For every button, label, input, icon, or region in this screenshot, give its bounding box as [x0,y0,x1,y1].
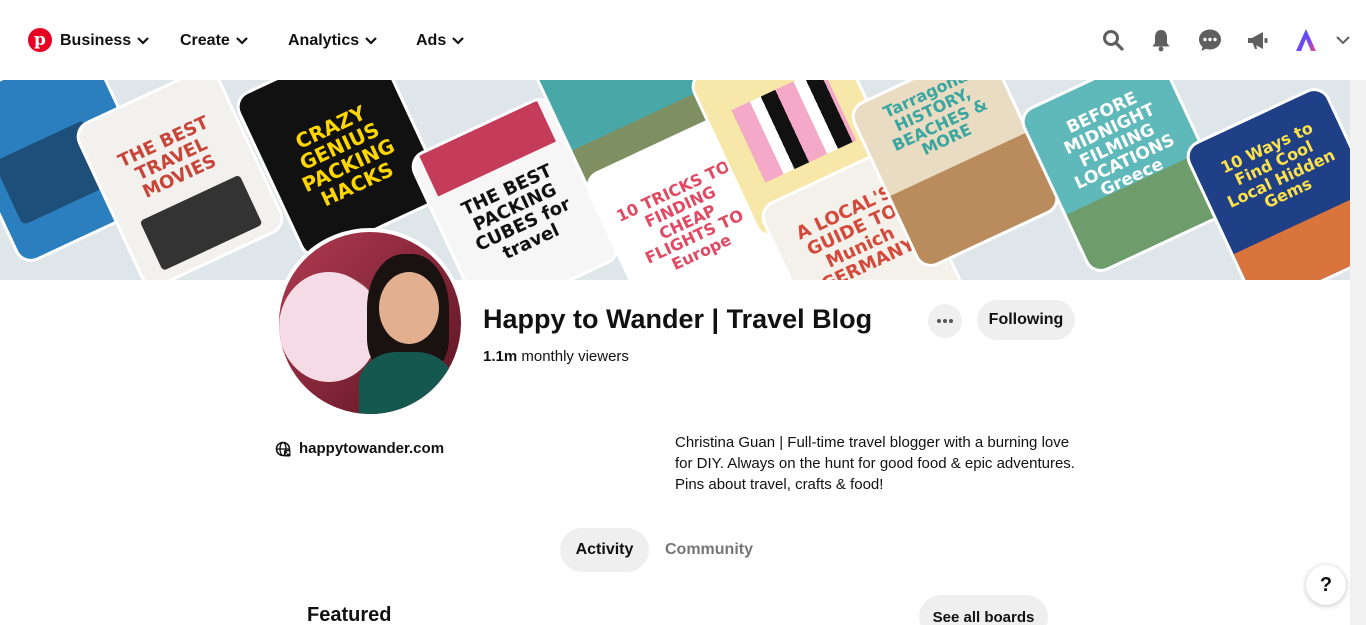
profile-cover-collage: THE BEST TRAVEL MOVIES CRAZY GENIUS PACK… [0,80,1350,280]
more-options-button[interactable] [928,304,962,338]
viewers-label: monthly viewers [521,348,629,365]
nav-ads[interactable]: Ads [416,30,465,52]
featured-heading: Featured [307,604,392,625]
following-button[interactable]: Following [977,300,1075,340]
profile-bio: Christina Guan | Full-time travel blogge… [675,434,1075,493]
nav-analytics-label: Analytics [288,32,360,49]
globe-icon [275,441,291,456]
tab-community[interactable]: Community [656,528,762,572]
cover-pin-text: CRAZY GENIUS PACKING HACKS [291,100,399,212]
website-link[interactable]: happytowander.com [275,440,444,457]
website-url: happytowander.com [299,440,445,457]
pinterest-logo-icon[interactable]: p [28,28,52,52]
nav-analytics[interactable]: Analytics [288,30,377,52]
chevron-down-icon [365,37,377,45]
chevron-down-icon [236,37,248,45]
top-navigation: p Business Create Analytics Ads [0,0,1366,80]
monthly-viewers: 1.1m monthly viewers [483,348,629,365]
accounts-chevron-down-icon[interactable] [1336,28,1350,52]
help-button[interactable]: ? [1306,565,1346,605]
profile-avatar[interactable] [275,228,465,418]
chevron-down-icon [452,37,465,45]
nav-create-label: Create [180,32,230,49]
logo-letter: p [34,30,46,50]
ellipsis-icon [937,319,953,323]
cover-pin: 10 Ways to Find Cool Local Hidden Gems [1185,86,1350,280]
nav-create[interactable]: Create [180,30,248,52]
nav-business[interactable]: Business [60,30,149,52]
chevron-down-icon [137,37,149,45]
bell-icon[interactable] [1149,28,1173,52]
megaphone-icon[interactable] [1246,28,1270,52]
see-all-boards-button[interactable]: See all boards [919,595,1048,625]
nav-ads-label: Ads [416,32,447,49]
account-avatar-icon[interactable] [1294,28,1318,52]
search-icon[interactable] [1101,28,1125,52]
page-scrollbar[interactable] [1350,80,1366,625]
messages-icon[interactable] [1198,28,1222,52]
nav-business-label: Business [60,32,132,49]
viewers-count: 1.1m [483,348,518,365]
tab-activity[interactable]: Activity [560,528,649,572]
profile-name: Happy to Wander | Travel Blog [483,304,873,334]
